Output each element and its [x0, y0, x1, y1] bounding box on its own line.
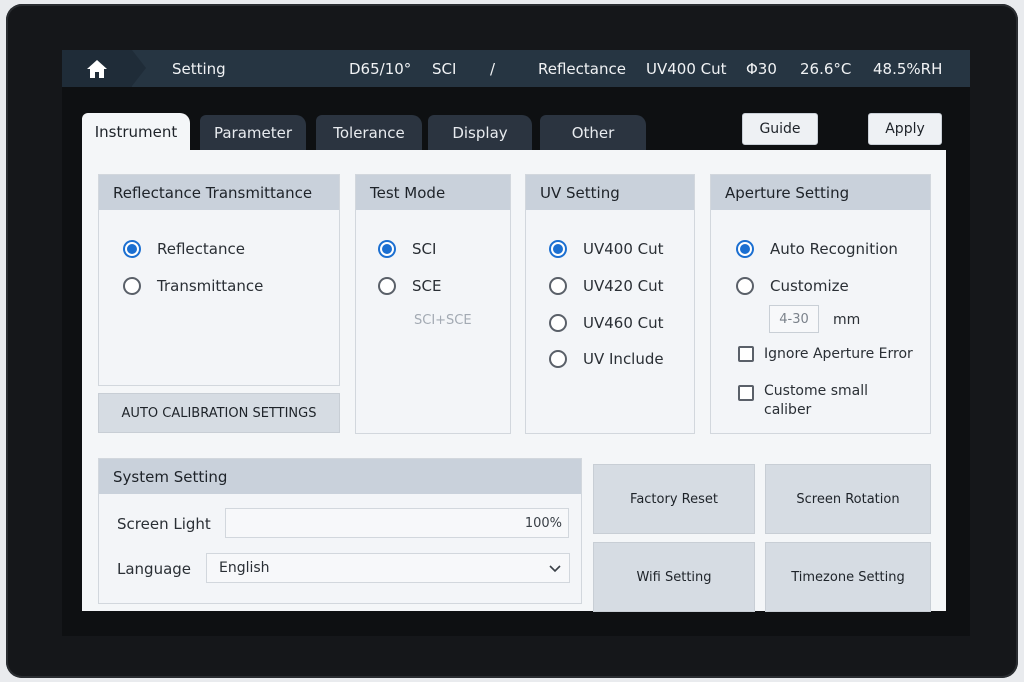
illuminant-indicator: D65/10° [349, 60, 412, 78]
language-value: English [219, 560, 270, 576]
home-button[interactable] [62, 50, 146, 87]
section-title: Reflectance Transmittance [99, 175, 339, 210]
custom-small-caliber-option[interactable]: Custome small caliber [738, 382, 868, 420]
tab-bar: Instrument Parameter Tolerance Display O… [82, 113, 946, 151]
option-label: UV460 Cut [583, 314, 664, 332]
uv-setting-section: UV Setting UV400 Cut UV420 Cut UV460 Cut [525, 174, 695, 434]
home-icon [87, 59, 107, 78]
status-separator: / [490, 60, 496, 78]
option-label-line2: caliber [764, 402, 812, 418]
option-label: Custome small caliber [764, 382, 868, 420]
factory-reset-button[interactable]: Factory Reset [593, 464, 755, 534]
aperture-size-input[interactable]: 4-30 [769, 305, 819, 333]
option-label: UV400 Cut [583, 240, 664, 258]
sce-option[interactable]: SCE [378, 277, 441, 295]
customize-option[interactable]: Customize [736, 277, 849, 295]
test-mode-section: Test Mode SCI SCE SCI+SCE [355, 174, 511, 434]
uv-indicator: UV400 Cut [646, 60, 727, 78]
option-label: SCE [412, 277, 442, 295]
radio-unselected[interactable] [549, 277, 567, 295]
option-label: Customize [770, 277, 849, 295]
option-label: UV420 Cut [583, 277, 664, 295]
option-label: UV Include [583, 350, 664, 368]
uv420-cut-option[interactable]: UV420 Cut [549, 277, 664, 295]
ignore-aperture-error-option[interactable]: Ignore Aperture Error [738, 346, 913, 362]
sci-sce-option-disabled: SCI+SCE [414, 313, 472, 328]
language-label: Language [117, 560, 192, 578]
radio-unselected[interactable] [123, 277, 141, 295]
screen: Setting D65/10° SCI / Reflectance UV400 … [62, 50, 970, 636]
apply-button[interactable]: Apply [868, 113, 942, 145]
tab-parameter[interactable]: Parameter [200, 115, 306, 151]
checkbox[interactable] [738, 346, 754, 362]
radio-unselected[interactable] [549, 350, 567, 368]
aperture-unit: mm [833, 312, 861, 328]
uv460-cut-option[interactable]: UV460 Cut [549, 314, 664, 332]
option-label: Ignore Aperture Error [764, 346, 913, 362]
timezone-setting-button[interactable]: Timezone Setting [765, 542, 931, 612]
uv400-cut-option[interactable]: UV400 Cut [549, 240, 664, 258]
page-title: Setting [172, 60, 226, 78]
option-label: Reflectance [157, 240, 245, 258]
settings-panel: Instrument Parameter Tolerance Display O… [82, 113, 946, 612]
specular-indicator: SCI [432, 60, 457, 78]
checkbox[interactable] [738, 385, 754, 401]
mode-indicator: Reflectance [538, 60, 626, 78]
chevron-down-icon [549, 565, 561, 573]
option-label-line1: Custome small [764, 383, 868, 399]
radio-selected[interactable] [736, 240, 754, 258]
radio-selected[interactable] [549, 240, 567, 258]
section-title: UV Setting [526, 175, 694, 210]
sci-option[interactable]: SCI [378, 240, 436, 258]
reflectance-transmittance-section: Reflectance Transmittance Reflectance Tr… [98, 174, 340, 386]
uv-include-option[interactable]: UV Include [549, 350, 664, 368]
tab-display[interactable]: Display [428, 115, 532, 151]
guide-button[interactable]: Guide [742, 113, 818, 145]
radio-unselected[interactable] [549, 314, 567, 332]
option-label: Auto Recognition [770, 240, 898, 258]
aperture-indicator: Φ30 [746, 60, 777, 78]
radio-unselected[interactable] [736, 277, 754, 295]
screen-light-slider[interactable]: 100% [225, 508, 569, 538]
status-bar: Setting D65/10° SCI / Reflectance UV400 … [62, 50, 970, 87]
language-select[interactable]: English [206, 553, 570, 583]
radio-unselected[interactable] [378, 277, 396, 295]
auto-calibration-button[interactable]: AUTO CALIBRATION SETTINGS [98, 393, 340, 433]
tab-other[interactable]: Other [540, 115, 646, 151]
radio-selected[interactable] [123, 240, 141, 258]
section-title: Aperture Setting [711, 175, 930, 210]
screen-light-value: 100% [524, 515, 562, 531]
system-setting-section: System Setting Screen Light 100% Languag… [98, 458, 582, 604]
option-label: Transmittance [157, 277, 264, 295]
transmittance-option[interactable]: Transmittance [123, 277, 263, 295]
wifi-setting-button[interactable]: Wifi Setting [593, 542, 755, 612]
tab-tolerance[interactable]: Tolerance [316, 115, 422, 151]
radio-selected[interactable] [378, 240, 396, 258]
screen-light-label: Screen Light [117, 515, 211, 533]
section-title: Test Mode [356, 175, 510, 210]
option-label: SCI [412, 240, 437, 258]
temperature-indicator: 26.6°C [800, 60, 852, 78]
humidity-indicator: 48.5%RH [873, 60, 943, 78]
screen-rotation-button[interactable]: Screen Rotation [765, 464, 931, 534]
auto-recognition-option[interactable]: Auto Recognition [736, 240, 898, 258]
aperture-setting-section: Aperture Setting Auto Recognition Custom… [710, 174, 931, 434]
tab-instrument[interactable]: Instrument [82, 113, 190, 151]
device-bezel: Setting D65/10° SCI / Reflectance UV400 … [6, 4, 1018, 678]
reflectance-option[interactable]: Reflectance [123, 240, 245, 258]
instrument-content: Reflectance Transmittance Reflectance Tr… [82, 150, 946, 612]
section-title: System Setting [99, 459, 581, 494]
